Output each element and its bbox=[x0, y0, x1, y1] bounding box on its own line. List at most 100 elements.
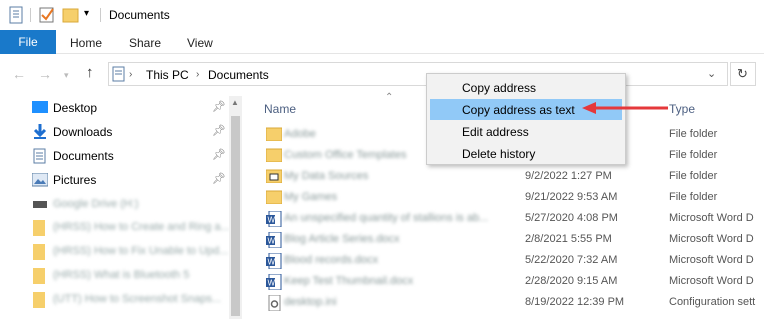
nav-item-desktop[interactable]: Desktop 📌︎ bbox=[0, 96, 230, 120]
svg-text:W: W bbox=[268, 216, 276, 225]
refresh-icon: ↻ bbox=[737, 66, 748, 81]
documents-icon bbox=[112, 66, 125, 82]
data-source-icon bbox=[265, 169, 283, 184]
file-date: 9/21/2022 9:53 AM bbox=[525, 191, 618, 203]
chevron-down-icon[interactable]: ⌄ bbox=[707, 67, 716, 80]
nav-item-drive[interactable]: Google Drive (H:) bbox=[0, 193, 230, 217]
file-type: File folder bbox=[669, 191, 718, 203]
folder-icon bbox=[33, 292, 45, 308]
tab-home[interactable]: Home bbox=[70, 36, 102, 50]
chevron-right-icon[interactable]: › bbox=[129, 69, 132, 80]
file-row[interactable]: W Keep Test Thumbnail.docx 2/28/2020 9:15 … bbox=[242, 271, 764, 292]
file-row[interactable]: My Data Sources 9/2/2022 1:27 PM File fold… bbox=[242, 166, 764, 187]
breadcrumb-this-pc[interactable]: This PC bbox=[146, 68, 189, 82]
menu-item-delete-history[interactable]: Delete history bbox=[430, 143, 622, 164]
word-document-icon: W bbox=[266, 231, 282, 249]
tab-file[interactable]: File bbox=[0, 30, 56, 54]
address-bar[interactable]: › This PC › Documents ⌄ bbox=[108, 62, 728, 86]
tab-view[interactable]: View bbox=[187, 36, 213, 50]
pin-icon[interactable]: 📌︎ bbox=[212, 124, 226, 137]
config-file-icon bbox=[266, 294, 282, 312]
file-name: Blog Article Series.docx bbox=[284, 233, 400, 245]
file-type: Microsoft Word D bbox=[669, 275, 754, 287]
divider bbox=[30, 8, 31, 22]
ribbon: File Home Share View bbox=[0, 30, 764, 54]
breadcrumb-documents[interactable]: Documents bbox=[208, 68, 269, 82]
file-row[interactable]: W An unspecified quantity of stallions is… bbox=[242, 208, 764, 229]
file-type: Microsoft Word D bbox=[669, 212, 754, 224]
file-date: 9/2/2022 1:27 PM bbox=[525, 170, 612, 182]
properties-icon[interactable] bbox=[8, 6, 24, 24]
file-row[interactable]: My Games 9/21/2022 9:53 AM File folder bbox=[242, 187, 764, 208]
file-type: Microsoft Word D bbox=[669, 233, 754, 245]
refresh-button[interactable]: ↻ bbox=[730, 62, 756, 86]
file-name: Blood records.docx bbox=[284, 254, 379, 266]
folder-icon bbox=[33, 244, 45, 260]
up-arrow-icon[interactable]: ↑ bbox=[86, 64, 94, 81]
file-name: My Games bbox=[284, 191, 338, 203]
window-title: Documents bbox=[109, 8, 170, 22]
divider bbox=[100, 8, 101, 22]
word-document-icon: W bbox=[266, 252, 282, 270]
file-date: 2/28/2020 9:15 AM bbox=[525, 275, 618, 287]
column-header-name[interactable]: Name bbox=[264, 102, 296, 116]
tab-share[interactable]: Share bbox=[129, 36, 161, 50]
file-row[interactable]: W Blog Article Series.docx 2/8/2021 5:55 P… bbox=[242, 229, 764, 250]
nav-item-downloads[interactable]: Downloads 📌︎ bbox=[0, 120, 230, 144]
folder-icon bbox=[265, 127, 283, 142]
recent-locations-icon[interactable]: ▾ bbox=[64, 70, 69, 81]
nav-scrollbar[interactable]: ▲ bbox=[229, 96, 242, 319]
file-row[interactable]: W Blood records.docx 5/22/2020 7:32 AM Micr… bbox=[242, 250, 764, 271]
nav-label: Desktop bbox=[53, 101, 98, 115]
nav-item-folder[interactable]: (HRSS) How to Create and Ring a... bbox=[0, 216, 230, 240]
chevron-down-icon[interactable]: ▾ bbox=[84, 8, 89, 19]
pin-icon[interactable]: 📌︎ bbox=[212, 172, 226, 185]
desktop-icon bbox=[32, 101, 48, 113]
nav-label: (HRSS) How to Fix Unable to Upd... bbox=[53, 245, 229, 257]
nav-label: Google Drive (H:) bbox=[53, 198, 139, 210]
svg-text:W: W bbox=[268, 237, 276, 246]
file-name: Adobe bbox=[284, 128, 316, 140]
folder-icon bbox=[265, 190, 283, 205]
menu-item-edit-address[interactable]: Edit address bbox=[430, 121, 622, 142]
nav-item-folder[interactable]: (UTT) How to Screenshot Snaps... bbox=[0, 288, 230, 312]
nav-item-folder[interactable]: (HRSS) What is Bluetooth 5 bbox=[0, 264, 230, 288]
file-row[interactable]: desktop.ini 8/19/2022 12:39 PM Configurati… bbox=[242, 292, 764, 313]
pin-icon[interactable]: 📌︎ bbox=[212, 100, 226, 113]
pictures-icon bbox=[32, 173, 48, 187]
file-date: 5/22/2020 7:32 AM bbox=[525, 254, 618, 266]
word-document-icon: W bbox=[266, 210, 282, 228]
nav-label: Pictures bbox=[53, 173, 97, 187]
navigation-pane: Desktop 📌︎ Downloads 📌︎ Documents 📌︎ Pic… bbox=[0, 96, 242, 319]
scroll-up-icon[interactable]: ▲ bbox=[231, 98, 239, 107]
nav-item-pictures[interactable]: Pictures 📌︎ bbox=[0, 168, 230, 192]
back-arrow-icon[interactable]: ← bbox=[12, 66, 26, 82]
nav-label: (HRSS) How to Create and Ring a... bbox=[53, 221, 230, 233]
nav-item-documents[interactable]: Documents 📌︎ bbox=[0, 144, 230, 168]
pin-icon[interactable]: 📌︎ bbox=[212, 148, 226, 161]
column-header-type[interactable]: Type bbox=[669, 102, 695, 116]
file-date: 2/8/2021 5:55 PM bbox=[525, 233, 612, 245]
file-type: Configuration sett bbox=[669, 296, 756, 308]
file-name: An unspecified quantity of stallions is … bbox=[284, 212, 489, 224]
forward-arrow-icon[interactable]: → bbox=[38, 66, 52, 82]
file-type: Microsoft Word D bbox=[669, 254, 754, 266]
new-folder-icon[interactable] bbox=[62, 6, 80, 24]
nav-item-folder[interactable]: (HRSS) How to Fix Unable to Upd... bbox=[0, 240, 230, 264]
folder-icon bbox=[33, 268, 45, 284]
file-date: 8/19/2022 12:39 PM bbox=[525, 296, 625, 308]
drive-icon bbox=[33, 201, 47, 208]
file-name: Custom Office Templates bbox=[284, 149, 407, 161]
nav-label: (UTT) How to Screenshot Snaps... bbox=[53, 293, 222, 305]
folder-icon bbox=[265, 148, 283, 163]
word-document-icon: W bbox=[266, 273, 282, 291]
address-context-menu: Copy address Copy address as text Edit a… bbox=[426, 73, 626, 165]
menu-item-copy-address[interactable]: Copy address bbox=[430, 77, 622, 98]
file-name: Keep Test Thumbnail.docx bbox=[284, 275, 414, 287]
file-type: File folder bbox=[669, 170, 718, 182]
file-date: 5/27/2020 4:08 PM bbox=[525, 212, 618, 224]
documents-icon bbox=[33, 148, 46, 164]
scrollbar-thumb[interactable] bbox=[231, 116, 240, 316]
chevron-right-icon[interactable]: › bbox=[196, 69, 199, 80]
checkmark-icon[interactable] bbox=[38, 6, 56, 24]
